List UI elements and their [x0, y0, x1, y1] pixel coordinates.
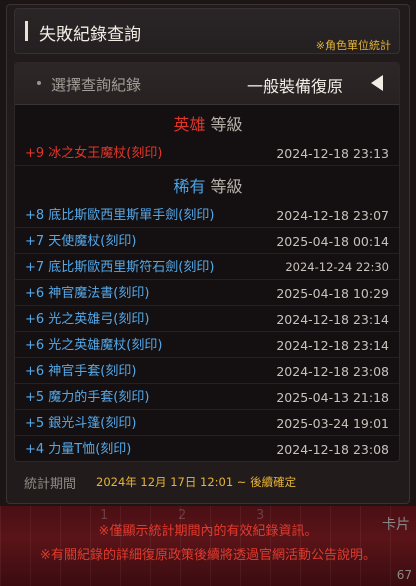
item-name: +7 天使魔杖(刻印)	[25, 234, 137, 249]
selector-value: 一般裝備復原	[247, 77, 344, 96]
record-date: 2024-12-18 23:14	[276, 312, 389, 327]
title-accent-bar	[25, 21, 28, 41]
page-title: 失敗紀錄查詢	[39, 25, 141, 45]
record-date: 2024-12-24 22:30	[285, 260, 389, 274]
notice-text: ※僅顯示統計期間內的有效紀錄資訊。	[98, 524, 318, 539]
grade-suffix: 等級	[210, 177, 243, 196]
item-name: +7 底比斯歐西里斯符石劍(刻印)	[25, 260, 215, 275]
bullet-icon	[37, 81, 41, 85]
item-name: +8 底比斯歐西里斯單手劍(刻印)	[25, 208, 215, 223]
record-list: 選擇查詢紀錄 一般裝備復原 英雄 等級 +9 冰之女王魔杖(刻印) 2024-1…	[14, 62, 400, 462]
grade-suffix: 等級	[210, 115, 243, 134]
table-row: +7 天使魔杖(刻印) 2025-04-18 00:14	[15, 229, 399, 254]
table-row: +9 冰之女王魔杖(刻印) 2024-12-18 23:13	[15, 141, 399, 166]
notice-text: ※有關紀錄的詳細復原政策後續將透過官網活動公告說明。	[40, 548, 376, 563]
item-name: +5 魔力的手套(刻印)	[25, 390, 150, 405]
period-value: 2024年 12月 17日 12:01 ~ 後續確定	[96, 475, 297, 489]
record-date: 2024-12-18 23:13	[276, 146, 389, 161]
table-row: +6 光之英雄魔杖(刻印) 2024-12-18 23:14	[15, 333, 399, 358]
table-row: +8 底比斯歐西里斯單手劍(刻印) 2024-12-18 23:07	[15, 203, 399, 228]
table-row: +6 光之英雄弓(刻印) 2024-12-18 23:14	[15, 307, 399, 332]
item-name: +6 光之英雄魔杖(刻印)	[25, 338, 163, 353]
table-row: +5 魔力的手套(刻印) 2025-04-13 21:18	[15, 385, 399, 410]
triangle-left-icon[interactable]	[371, 75, 383, 91]
record-date: 2024-12-18 23:14	[276, 338, 389, 353]
section-title-hero: 英雄 等級	[15, 111, 399, 139]
record-date: 2025-04-18 10:29	[276, 286, 389, 301]
item-name: +6 神官手套(刻印)	[25, 364, 137, 379]
selector-label: 選擇查詢紀錄	[51, 76, 142, 94]
item-name: +6 光之英雄弓(刻印)	[25, 312, 150, 327]
item-name: +4 力量T恤(刻印)	[25, 442, 132, 457]
record-date: 2025-03-24 19:01	[276, 416, 389, 431]
grade-label: 英雄	[173, 115, 206, 134]
stat-period-footer: 統計期間 2024年 12月 17日 12:01 ~ 後續確定	[14, 466, 400, 498]
record-date: 2025-04-18 00:14	[276, 234, 389, 249]
item-name: +6 神官魔法書(刻印)	[25, 286, 150, 301]
section-title-rare: 稀有 等級	[15, 173, 399, 201]
item-name: +5 銀光斗篷(刻印)	[25, 416, 137, 431]
record-date: 2024-12-18 23:08	[276, 442, 389, 457]
record-type-selector[interactable]: 選擇查詢紀錄 一般裝備復原	[15, 63, 399, 105]
stat-unit-note: ※角色單位統計	[315, 39, 391, 52]
record-date: 2024-12-18 23:07	[276, 208, 389, 223]
table-row: +7 底比斯歐西里斯符石劍(刻印) 2024-12-24 22:30	[15, 255, 399, 280]
table-row: +4 力量T恤(刻印) 2024-12-18 23:08	[15, 437, 399, 461]
background-counter: 67	[396, 568, 412, 582]
panel-header: 失敗紀錄查詢 ※角色單位統計	[14, 8, 400, 54]
record-date: 2025-04-13 21:18	[276, 390, 389, 405]
table-row: +6 神官手套(刻印) 2024-12-18 23:08	[15, 359, 399, 384]
item-name: +9 冰之女王魔杖(刻印)	[25, 146, 163, 161]
period-label: 統計期間	[24, 477, 77, 492]
record-date: 2024-12-18 23:08	[276, 364, 389, 379]
table-row: +6 神官魔法書(刻印) 2025-04-18 10:29	[15, 281, 399, 306]
grade-label: 稀有	[173, 177, 206, 196]
table-row: +5 銀光斗篷(刻印) 2025-03-24 19:01	[15, 411, 399, 436]
